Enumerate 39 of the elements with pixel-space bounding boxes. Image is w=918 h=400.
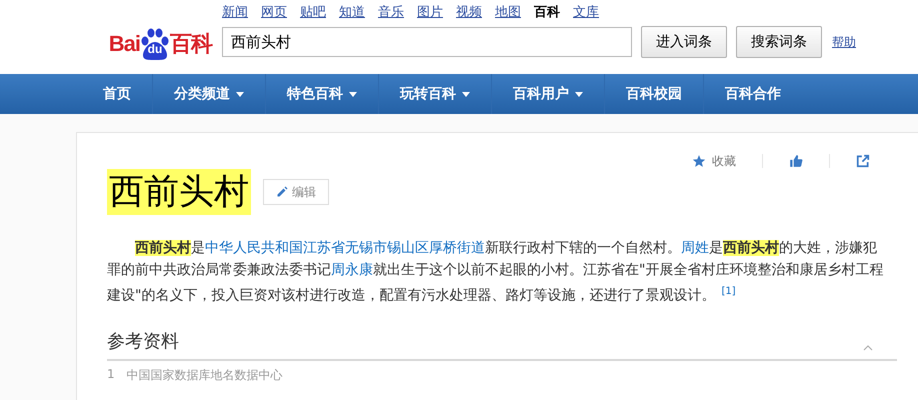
top-link[interactable]: 音乐 (378, 3, 404, 21)
top-link[interactable]: 贴吧 (300, 3, 326, 21)
reference-link[interactable]: [1] (721, 286, 736, 297)
paw-icon (140, 27, 170, 61)
thumbs-up-icon (789, 154, 803, 168)
article-link[interactable]: 无锡市 (345, 240, 387, 256)
article-link[interactable]: 周永康 (331, 262, 373, 278)
article-link[interactable]: 厚桥街道 (429, 240, 485, 256)
top-link[interactable]: 视频 (456, 3, 482, 21)
nav-item[interactable]: 首页 (82, 74, 152, 114)
share-icon (856, 154, 870, 168)
search-button[interactable]: 搜索词条 (736, 26, 822, 58)
logo-text: Bai (108, 31, 140, 57)
logo-text: 百科 (170, 30, 212, 58)
favorite-button[interactable]: 收藏 (666, 152, 762, 170)
article-link[interactable]: 江苏省 (303, 240, 345, 256)
top-link[interactable]: 网页 (261, 3, 287, 21)
article-link[interactable]: 周姓 (681, 240, 709, 256)
section-heading: 参考资料 (107, 330, 179, 353)
top-link[interactable]: 文库 (573, 3, 599, 21)
edit-button[interactable]: 编辑 (263, 179, 329, 205)
reference-number: 1 (107, 366, 115, 383)
logo-text: du (148, 42, 162, 56)
top-link[interactable]: 地图 (495, 3, 521, 21)
article-link[interactable]: 中华人民共和国 (205, 240, 303, 256)
top-link[interactable]: 图片 (417, 3, 443, 21)
top-link[interactable]: 知道 (339, 3, 365, 21)
help-link[interactable]: 帮助 (832, 34, 856, 50)
article-paragraph: 西前头村是中华人民共和国江苏省无锡市锡山区厚桥街道新联行政村下辖的一个自然村。周姓是西前头村的大姓，涉嫌犯罪的前中共政治局常委兼政法委书记周永康就出生于这个以前不起眼的小村。江苏省在"开展全省村庄环境整治和康居乡村工程建设"的名义下，投入巨资对该村进行改造，配置有污水处理器、路灯等设施，还进行了景观设计。 $^{[1]}$ (107, 239, 884, 306)
search-button[interactable]: 进入词条 (641, 26, 727, 58)
top-link[interactable]: 百科 (534, 3, 560, 21)
reference-title[interactable]: 中国国家数据库地名数据中心 (126, 366, 283, 384)
top-link[interactable]: 新闻 (222, 3, 248, 21)
collapse-caret-icon[interactable] (863, 344, 873, 351)
pencil-icon (276, 186, 288, 198)
article-title: 西前头村 (107, 169, 251, 215)
search-field[interactable]: 西前头村 (222, 27, 632, 57)
article-link[interactable]: 锡山区 (387, 240, 429, 256)
star-icon (692, 154, 706, 168)
